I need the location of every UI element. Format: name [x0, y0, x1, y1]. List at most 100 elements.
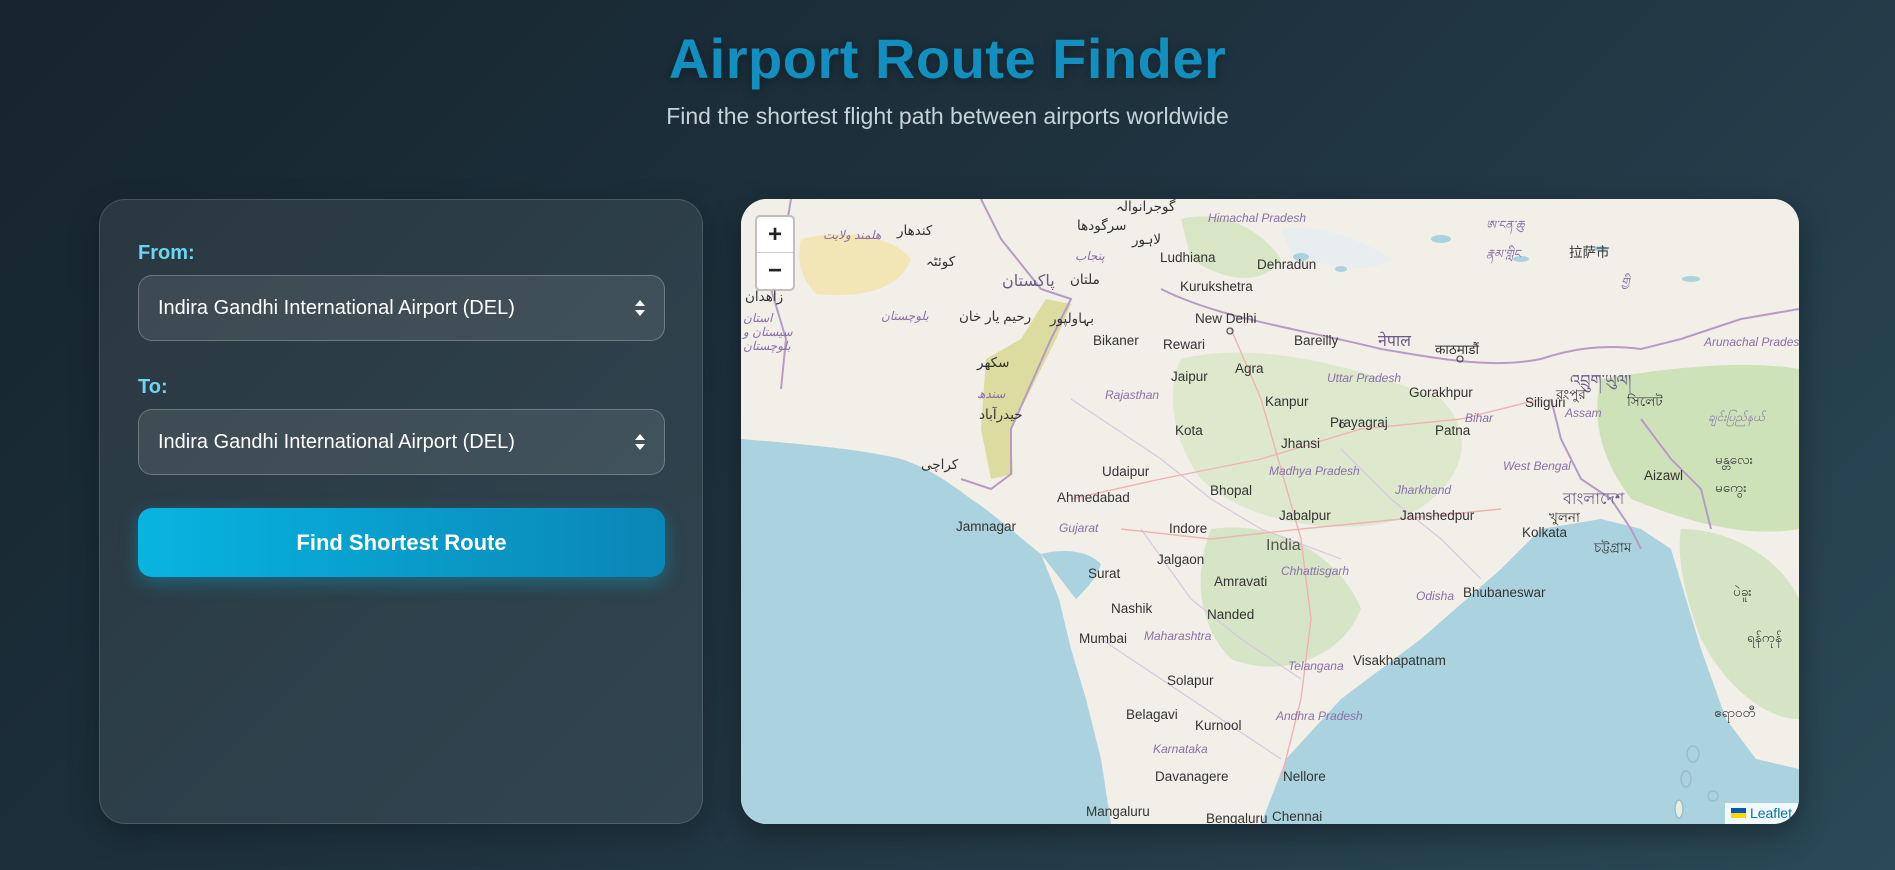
map-label-mumbai: Mumbai — [1079, 631, 1128, 646]
ukraine-flag-icon — [1730, 808, 1746, 818]
map-label-mandalay: မန္တလေး — [1715, 452, 1754, 467]
map-label-bhopal: Bhopal — [1210, 483, 1253, 498]
map-label-davanagere: Davanagere — [1155, 769, 1229, 784]
map-attribution: Leaflet — [1724, 803, 1799, 824]
map-label-kanpur: Kanpur — [1265, 394, 1309, 409]
zoom-out-button[interactable]: − — [757, 253, 793, 289]
map-base-layer — [741, 199, 1799, 824]
leaflet-link[interactable]: Leaflet — [1750, 805, 1792, 821]
map-label-sukkur: سکھر — [977, 355, 1010, 370]
map-label-indore: Indore — [1169, 521, 1208, 536]
map-label-belagavi: Belagavi — [1126, 707, 1178, 722]
map-label-andhra-pradesh: Andhra Pradesh — [1276, 709, 1363, 723]
to-label: To: — [138, 376, 168, 398]
map-label-ayeyarwady: ဧရာဝတီ — [1714, 705, 1756, 720]
map-label-karachi: کراچی — [921, 457, 959, 472]
map-label-sistan-baluchestan: استان سیستان و بلوچستان — [743, 311, 793, 353]
map-label-yangon: ရန်ကုန် — [1747, 630, 1782, 645]
map-label-sylhet: সিলেট — [1627, 394, 1663, 409]
map-label-prayagraj: Prayagraj — [1330, 415, 1388, 430]
map-label-bareilly: Bareilly — [1294, 333, 1339, 348]
map-label-nepal: नेपाल — [1378, 333, 1411, 350]
map-label-hyderabad: حیدرآباد — [979, 407, 1023, 422]
map-label-balochistan: بلوچستان — [881, 309, 929, 323]
map-label-jaipur: Jaipur — [1171, 369, 1208, 384]
map-label-kota: Kota — [1175, 423, 1203, 438]
map-label-india: India — [1266, 537, 1301, 554]
to-airport-value: Indira Gandhi International Airport (DEL… — [158, 430, 515, 453]
map-label-west-bengal: West Bengal — [1503, 459, 1571, 473]
page-title: Airport Route Finder — [668, 27, 1227, 90]
map-label-arunachal-pradesh: Arunachal Pradesh — [1704, 335, 1799, 349]
map-label-sindh: سندھ — [977, 387, 1006, 401]
map-label-visakhapatnam: Visakhapatnam — [1353, 653, 1446, 668]
from-airport-select[interactable]: Indira Gandhi International Airport (DEL… — [138, 275, 665, 341]
map-label-maharashtra: Maharashtra — [1144, 629, 1212, 643]
map-label-amravati: Amravati — [1214, 574, 1268, 589]
map-label-assam: Assam — [1565, 406, 1602, 420]
map-label-nellore: Nellore — [1283, 769, 1326, 784]
map-label-zahedan: زاهدان — [745, 289, 784, 304]
map-label-jalgaon: Jalgaon — [1157, 552, 1205, 567]
map-label-kathmandu: काठमाडौं — [1435, 342, 1479, 357]
map-label-tibet-3: གྱི — [1621, 275, 1630, 289]
select-arrows-icon — [635, 300, 645, 316]
map-label-jamnagar: Jamnagar — [956, 519, 1017, 534]
select-arrows-icon — [635, 434, 645, 450]
map-label-madhya-pradesh: Madhya Pradesh — [1269, 464, 1360, 478]
map-label-himachal-pradesh: Himachal Pradesh — [1208, 211, 1307, 225]
map-label-telangana: Telangana — [1288, 659, 1344, 673]
map-label-gorakhpur: Gorakhpur — [1409, 385, 1473, 400]
from-label: From: — [138, 242, 195, 264]
map-label-solapur: Solapur — [1167, 673, 1214, 688]
map-label-chattogram: চট্টগ্রাম — [1594, 540, 1632, 555]
map-label-surat: Surat — [1088, 566, 1121, 581]
zoom-in-button[interactable]: + — [757, 217, 793, 253]
map-label-kolkata: Kolkata — [1522, 525, 1568, 540]
page-subtitle: Find the shortest flight path between ai… — [666, 103, 1229, 129]
map-label-ludhiana: Ludhiana — [1160, 250, 1216, 265]
map-label-quetta: کوئٹہ — [926, 254, 956, 269]
map-label-new-delhi: New Delhi — [1195, 311, 1257, 326]
map-label-dehradun: Dehradun — [1257, 257, 1317, 272]
map-label-jhansi: Jhansi — [1281, 436, 1321, 451]
map-label-bengaluru: Bengaluru — [1206, 811, 1268, 824]
map-label-bago: ပဲခူး — [1733, 584, 1752, 599]
map-label-tibet-2: རྣམ་གླིང — [1486, 247, 1521, 261]
map-label-patna: Patna — [1435, 423, 1471, 438]
map-label-nashik: Nashik — [1111, 601, 1153, 616]
map-label-lhasa: 拉萨市 — [1569, 245, 1610, 260]
map-label-jabalpur: Jabalpur — [1279, 508, 1331, 523]
map-label-chennai: Chennai — [1272, 809, 1323, 824]
map-label-aizawl: Aizawl — [1644, 468, 1684, 483]
map-label-helmand: هلمند ولايت — [823, 228, 882, 242]
map-label-kurukshetra: Kurukshetra — [1180, 279, 1253, 294]
map-label-rajasthan: Rajasthan — [1105, 388, 1160, 402]
map-label-chin: ချင်းပြည်နယ် — [1708, 410, 1765, 424]
page-header: Airport Route Finder Find the shortest f… — [0, 0, 1895, 130]
map-label-rewari: Rewari — [1163, 337, 1206, 352]
from-airport-value: Indira Gandhi International Airport (DEL… — [158, 296, 515, 319]
map-label-siliguri: Siliguri — [1525, 395, 1566, 410]
map-label-bahawalpur: بہاولپور — [1050, 311, 1094, 326]
map-label-lahore: لاہور — [1132, 232, 1162, 247]
map-label-punjab: پنجاب — [1075, 249, 1105, 263]
map-label-kandahar: کندهار — [897, 223, 933, 238]
map-label-uttar-pradesh: Uttar Pradesh — [1327, 371, 1402, 385]
map-label-chhattisgarh: Chhattisgarh — [1281, 564, 1350, 578]
map-label-kurnool: Kurnool — [1195, 718, 1242, 733]
map-label-sargodha: سرگودھا — [1077, 218, 1127, 233]
map-label-mangaluru: Mangaluru — [1086, 804, 1150, 819]
map-label-agra: Agra — [1235, 361, 1264, 376]
route-map[interactable]: + − Himachal Pradesh Uttar Pradesh Rajas… — [741, 199, 1799, 824]
find-route-button[interactable]: Find Shortest Route — [138, 508, 665, 577]
to-airport-select[interactable]: Indira Gandhi International Airport (DEL… — [138, 409, 665, 475]
map-label-karnataka: Karnataka — [1153, 742, 1208, 756]
map-label-jharkhand: Jharkhand — [1395, 483, 1452, 497]
map-label-jamshedpur: Jamshedpur — [1400, 508, 1475, 523]
map-label-bikaner: Bikaner — [1093, 333, 1139, 348]
map-label-pakistan: پاکستان — [1002, 273, 1055, 290]
map-label-multan: ملتان — [1070, 272, 1100, 287]
route-form-panel: From: Indira Gandhi International Airpor… — [99, 199, 703, 824]
zoom-control: + − — [755, 215, 795, 291]
